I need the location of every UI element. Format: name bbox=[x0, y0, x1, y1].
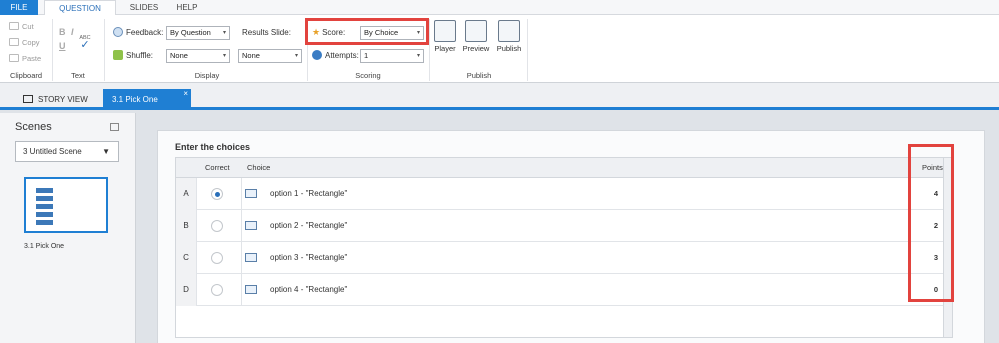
scenes-title: Scenes bbox=[15, 121, 52, 133]
scissors-icon bbox=[9, 22, 19, 30]
empty-row bbox=[176, 306, 952, 337]
caret-down-icon: ▼ bbox=[102, 147, 110, 156]
attempts-icon bbox=[312, 50, 322, 60]
italic-button[interactable]: I bbox=[71, 27, 74, 37]
chevron-down-icon: ▾ bbox=[222, 53, 226, 59]
copy-icon bbox=[9, 38, 19, 46]
thumb-choice-bar bbox=[36, 196, 53, 201]
rectangle-icon bbox=[245, 189, 257, 198]
attempts-dropdown[interactable]: 1 ▾ bbox=[360, 49, 424, 63]
ribbon: Cut Copy Paste Clipboard B I U ABC ✓ Text… bbox=[0, 15, 999, 83]
slide-thumbnail[interactable] bbox=[24, 177, 108, 233]
cut-button[interactable]: Cut bbox=[9, 21, 34, 32]
column-divider bbox=[241, 242, 242, 274]
player-icon bbox=[434, 20, 456, 42]
close-icon[interactable]: × bbox=[183, 83, 188, 104]
correct-radio[interactable] bbox=[211, 188, 223, 200]
choices-table: Correct Choice Points A option 1 - "Rect… bbox=[175, 157, 953, 338]
chevron-down-icon: ▾ bbox=[222, 30, 226, 36]
shuffle-icon bbox=[113, 50, 123, 60]
scene-dropdown[interactable]: 3 Untitled Scene ▼ bbox=[15, 141, 119, 162]
rectangle-icon bbox=[245, 221, 257, 230]
divider bbox=[429, 19, 430, 81]
choice-text[interactable]: option 2 - "Rectangle" bbox=[270, 210, 347, 242]
divider bbox=[527, 19, 528, 81]
chevron-down-icon: ▾ bbox=[416, 53, 420, 59]
results-slide-label: Results Slide: bbox=[242, 28, 291, 37]
choices-title: Enter the choices bbox=[175, 142, 251, 152]
column-divider bbox=[241, 178, 242, 210]
feedback-label: Feedback: bbox=[113, 26, 163, 39]
group-label-text: Text bbox=[71, 71, 85, 80]
divider bbox=[52, 19, 53, 81]
spell-check-button[interactable]: ABC ✓ bbox=[78, 35, 92, 51]
thumb-choice-bar bbox=[36, 212, 53, 217]
table-row: A option 1 - "Rectangle" 4 bbox=[176, 178, 952, 210]
choices-panel: Enter the choices Correct Choice Points … bbox=[157, 130, 985, 343]
tab-pick-one[interactable]: 3.1 Pick One × bbox=[103, 89, 191, 110]
rectangle-icon bbox=[245, 285, 257, 294]
ribbon-tab-bar: FILE QUESTION SLIDES HELP bbox=[0, 0, 999, 16]
divider bbox=[104, 19, 105, 81]
score-highlight-box bbox=[305, 18, 429, 45]
tab-story-view[interactable]: STORY VIEW bbox=[14, 89, 97, 110]
choice-text[interactable]: option 1 - "Rectangle" bbox=[270, 178, 347, 210]
column-header-correct: Correct bbox=[205, 163, 230, 172]
tab-question[interactable]: QUESTION bbox=[44, 0, 116, 16]
group-label-display: Display bbox=[194, 71, 220, 80]
slide-thumbnail-label: 3.1 Pick One bbox=[24, 243, 65, 250]
table-row: D option 4 - "Rectangle" 0 bbox=[176, 274, 952, 306]
group-label-scoring: Scoring bbox=[355, 71, 381, 80]
publish-icon bbox=[498, 20, 520, 42]
scenes-panel: Scenes 3 Untitled Scene ▼ 3.1 Pick One bbox=[0, 113, 136, 343]
main-stage: Enter the choices Correct Choice Points … bbox=[136, 113, 999, 343]
group-label-clipboard: Clipboard bbox=[9, 71, 43, 80]
checkmark-icon: ✓ bbox=[80, 39, 90, 51]
story-view-icon bbox=[23, 95, 33, 103]
row-letter: A bbox=[176, 178, 197, 210]
correct-radio[interactable] bbox=[211, 252, 223, 264]
document-tab-bar: STORY VIEW 3.1 Pick One × bbox=[0, 83, 999, 110]
rectangle-icon bbox=[245, 253, 257, 262]
thumb-choice-bar bbox=[36, 188, 53, 193]
underline-button[interactable]: U bbox=[59, 41, 66, 51]
magnifier-icon bbox=[465, 20, 487, 42]
preview-button[interactable]: Preview bbox=[461, 20, 491, 53]
player-button[interactable]: Player bbox=[433, 20, 457, 53]
attempts-label: Attempts: bbox=[312, 49, 359, 62]
results-slide-dropdown[interactable]: None ▾ bbox=[238, 49, 302, 63]
table-header: Correct Choice Points bbox=[176, 158, 952, 178]
chevron-down-icon: ▾ bbox=[294, 53, 298, 59]
shuffle-label: Shuffle: bbox=[113, 49, 153, 62]
thumb-choice-bar bbox=[36, 204, 53, 209]
choice-text[interactable]: option 3 - "Rectangle" bbox=[270, 242, 347, 274]
tab-slides[interactable]: SLIDES bbox=[126, 0, 162, 15]
group-label-publish: Publish bbox=[466, 71, 492, 80]
panel-collapse-icon[interactable] bbox=[110, 123, 119, 131]
correct-radio[interactable] bbox=[211, 284, 223, 296]
points-highlight-box bbox=[908, 144, 954, 302]
publish-button[interactable]: Publish bbox=[494, 20, 524, 53]
row-letter: D bbox=[176, 274, 197, 306]
row-letter: B bbox=[176, 210, 197, 242]
thumb-choice-bar bbox=[36, 220, 53, 225]
paste-icon bbox=[9, 54, 19, 62]
column-divider bbox=[241, 274, 242, 306]
row-letter: C bbox=[176, 242, 197, 274]
column-divider bbox=[241, 210, 242, 242]
table-row: C option 3 - "Rectangle" 3 bbox=[176, 242, 952, 274]
table-row: B option 2 - "Rectangle" 2 bbox=[176, 210, 952, 242]
choice-text[interactable]: option 4 - "Rectangle" bbox=[270, 274, 347, 306]
tab-file[interactable]: FILE bbox=[0, 0, 38, 15]
paste-button[interactable]: Paste bbox=[9, 53, 41, 64]
correct-radio[interactable] bbox=[211, 220, 223, 232]
bold-button[interactable]: B bbox=[59, 27, 66, 37]
feedback-icon bbox=[113, 27, 123, 37]
copy-button[interactable]: Copy bbox=[9, 37, 40, 48]
feedback-dropdown[interactable]: By Question ▾ bbox=[166, 26, 230, 40]
tab-help[interactable]: HELP bbox=[172, 0, 202, 15]
shuffle-dropdown[interactable]: None ▾ bbox=[166, 49, 230, 63]
column-header-choice: Choice bbox=[247, 163, 271, 172]
